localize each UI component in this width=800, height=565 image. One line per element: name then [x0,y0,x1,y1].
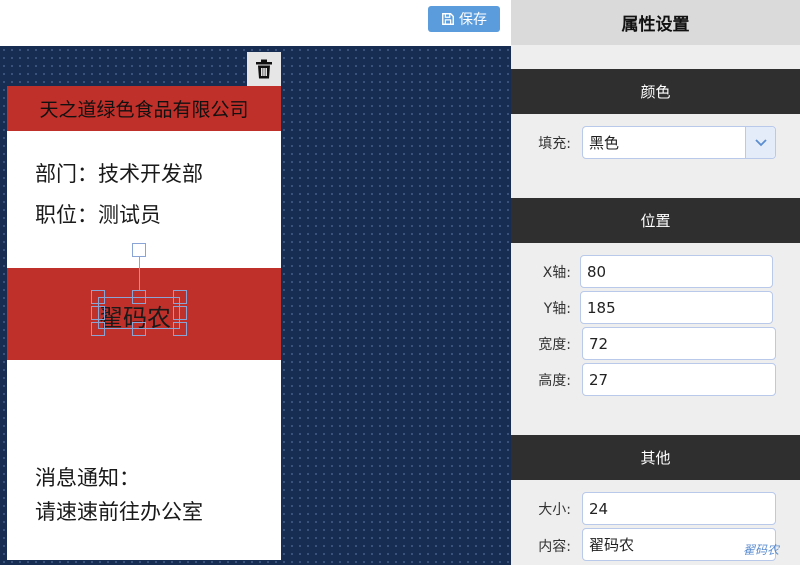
fill-select-value: 黑色 [589,134,620,152]
save-button[interactable]: 保存 [428,6,500,32]
properties-panel: 属性设置 颜色 填充: 黑色 位置 X轴: 80 Y轴: 185 宽度: 72 … [511,0,800,565]
size-label: 大小: [538,502,571,518]
resize-handle-n[interactable] [132,290,146,304]
y-input[interactable]: 185 [580,291,773,324]
color-section-header: 颜色 [511,69,800,114]
height-label: 高度: [538,373,571,389]
floppy-disk-icon [442,13,454,25]
width-label: 宽度: [538,337,571,353]
width-input[interactable]: 72 [582,327,776,360]
resize-handle-sw[interactable] [91,322,105,336]
x-input[interactable]: 80 [580,255,773,288]
trash-icon [256,59,272,79]
save-button-label: 保存 [459,12,487,28]
watermark-text: 翟码农 [743,543,780,557]
position-section-header: 位置 [511,198,800,243]
resize-handle-e[interactable] [173,306,187,320]
x-label: X轴: [542,265,571,281]
chevron-down-icon[interactable] [745,127,775,158]
y-label: Y轴: [543,301,571,317]
company-name[interactable]: 天之道绿色食品有限公司 [7,86,281,131]
other-section-header: 其他 [511,435,800,480]
resize-handle-s[interactable] [132,322,146,336]
resize-handle-w[interactable] [91,306,105,320]
position-text[interactable]: 职位：测试员 [35,199,161,229]
notice-title[interactable]: 消息通知： [35,462,140,492]
rotate-handle[interactable] [132,243,146,257]
resize-handle-ne[interactable] [173,290,187,304]
editor-page: 保存 天之道绿色食品有限公司 部门：技术开发部 职位：测试员 翟码农 消息通知：… [0,0,800,565]
notice-body[interactable]: 请速速前往办公室 [35,496,203,526]
delete-button[interactable] [247,52,281,86]
size-input[interactable]: 24 [582,492,776,525]
rotate-connector [139,256,140,290]
height-input[interactable]: 27 [582,363,776,396]
panel-title: 属性设置 [511,0,800,45]
top-toolbar: 保存 [0,0,511,46]
fill-select[interactable]: 黑色 [582,126,776,159]
resize-handle-se[interactable] [173,322,187,336]
content-label: 内容: [538,539,571,555]
resize-handle-nw[interactable] [91,290,105,304]
fill-label: 填充: [538,136,571,152]
department-text[interactable]: 部门：技术开发部 [35,158,203,188]
